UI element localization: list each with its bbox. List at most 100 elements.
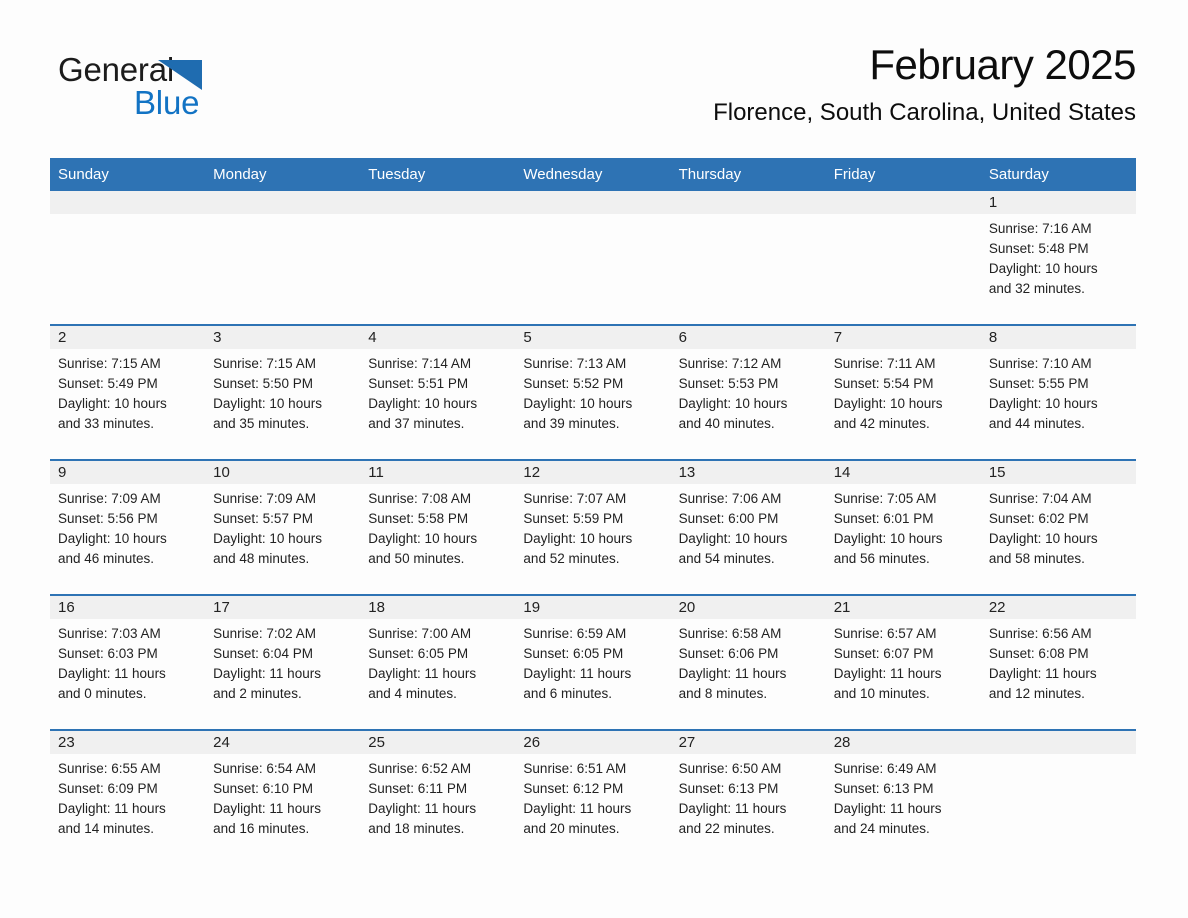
day-number: 8 — [980, 326, 1136, 349]
calendar-day-cell[interactable]: 2 Sunrise: 7:15 AM Sunset: 5:49 PM Daylight… — [50, 324, 206, 460]
daylight-text-cont: and 16 minutes. — [213, 821, 310, 836]
calendar-day-cell[interactable]: 24 Sunrise: 6:54 AM Sunset: 6:10 PM Dayligh… — [205, 729, 361, 864]
calendar-day-cell[interactable]: 12 Sunrise: 7:07 AM Sunset: 5:59 PM Dayligh… — [515, 459, 671, 595]
day-details: Sunrise: 6:57 AM Sunset: 6:07 PM Daylight:… — [826, 619, 981, 704]
weekday-header-monday: Monday — [205, 158, 361, 191]
sunset-text: Sunset: 5:56 PM — [58, 511, 158, 526]
day-details: Sunrise: 7:14 AM Sunset: 5:51 PM Daylight:… — [360, 349, 515, 434]
daylight-text: Daylight: 11 hours — [678, 666, 787, 681]
title-block: February 2025 Florence, South Carolina, … — [436, 40, 1136, 127]
calendar-day-cell[interactable]: 18 Sunrise: 7:00 AM Sunset: 6:05 PM Dayligh… — [360, 594, 516, 730]
sunset-text: Sunset: 6:00 PM — [678, 511, 779, 526]
daylight-text: Daylight: 11 hours — [213, 666, 321, 681]
day-number: 9 — [50, 461, 206, 484]
sunset-text: Sunset: 5:50 PM — [213, 376, 313, 391]
calendar-day-cell[interactable]: 7 Sunrise: 7:11 AM Sunset: 5:54 PM Daylight… — [825, 324, 981, 460]
daylight-text-cont: and 37 minutes. — [368, 416, 465, 431]
logo-text-blue: Blue — [134, 84, 200, 121]
calendar-day-cell[interactable]: 3 Sunrise: 7:15 AM Sunset: 5:50 PM Daylight… — [205, 324, 361, 460]
day-details: Sunrise: 6:58 AM Sunset: 6:06 PM Daylight:… — [671, 619, 826, 704]
calendar-day-cell[interactable]: 20 Sunrise: 6:58 AM Sunset: 6:06 PM Dayligh… — [670, 594, 826, 730]
sunrise-text: Sunrise: 7:11 AM — [833, 356, 936, 371]
calendar-day-cell[interactable]: 9 Sunrise: 7:09 AM Sunset: 5:56 PM Daylight… — [50, 459, 206, 595]
calendar-empty-cell — [360, 191, 516, 325]
calendar-day-cell[interactable]: 23 Sunrise: 6:55 AM Sunset: 6:09 PM Dayligh… — [50, 729, 206, 864]
calendar-day-cell[interactable]: 17 Sunrise: 7:02 AM Sunset: 6:04 PM Dayligh… — [205, 594, 361, 730]
calendar-day-cell[interactable]: 27 Sunrise: 6:50 AM Sunset: 6:13 PM Dayligh… — [670, 729, 826, 864]
day-details: Sunrise: 7:03 AM Sunset: 6:03 PM Daylight:… — [50, 619, 205, 704]
daylight-text: Daylight: 11 hours — [58, 801, 166, 816]
day-details: Sunrise: 7:09 AM Sunset: 5:56 PM Daylight:… — [50, 484, 205, 569]
calendar-body: 1 Sunrise: 7:16 AM Sunset: 5:48 PM Daylight… — [50, 191, 1136, 864]
calendar-empty-cell — [515, 191, 671, 325]
day-number: 11 — [360, 461, 516, 484]
sunrise-text: Sunrise: 6:51 AM — [523, 761, 627, 776]
day-details: Sunrise: 6:49 AM Sunset: 6:13 PM Daylight:… — [826, 754, 981, 839]
sunset-text: Sunset: 6:05 PM — [523, 646, 624, 661]
calendar-day-cell[interactable]: 28 Sunrise: 6:49 AM Sunset: 6:13 PM Dayligh… — [825, 729, 981, 864]
calendar-day-cell[interactable]: 21 Sunrise: 6:57 AM Sunset: 6:07 PM Dayligh… — [825, 594, 981, 730]
sunset-text: Sunset: 5:58 PM — [368, 511, 469, 526]
general-blue-logo[interactable]: General Blue — [58, 52, 318, 132]
day-number: 24 — [205, 731, 361, 754]
daylight-text-cont: and 20 minutes. — [523, 821, 620, 836]
day-details: Sunrise: 7:16 AM Sunset: 5:48 PM Daylight:… — [981, 214, 1136, 299]
day-number — [670, 191, 826, 214]
calendar-day-cell[interactable]: 5 Sunrise: 7:13 AM Sunset: 5:52 PM Daylight… — [515, 324, 671, 460]
day-number: 16 — [50, 596, 206, 619]
calendar-day-cell[interactable]: 6 Sunrise: 7:12 AM Sunset: 5:53 PM Daylight… — [670, 324, 826, 460]
calendar-day-cell[interactable]: 19 Sunrise: 6:59 AM Sunset: 6:05 PM Dayligh… — [515, 594, 671, 730]
calendar-day-cell[interactable]: 26 Sunrise: 6:51 AM Sunset: 6:12 PM Dayligh… — [515, 729, 671, 864]
calendar-day-cell[interactable]: 11 Sunrise: 7:08 AM Sunset: 5:58 PM Dayligh… — [360, 459, 516, 595]
day-number: 23 — [50, 731, 206, 754]
sunrise-text: Sunrise: 7:07 AM — [523, 491, 627, 506]
day-number: 25 — [360, 731, 516, 754]
sunset-text: Sunset: 5:57 PM — [213, 511, 313, 526]
sunrise-text: Sunrise: 7:08 AM — [368, 491, 472, 506]
daylight-text: Daylight: 10 hours — [833, 396, 943, 411]
day-number: 3 — [205, 326, 361, 349]
sunrise-text: Sunrise: 7:06 AM — [678, 491, 782, 506]
calendar-day-cell[interactable]: 8 Sunrise: 7:10 AM Sunset: 5:55 PM Daylight… — [980, 324, 1136, 460]
calendar-day-cell[interactable]: 14 Sunrise: 7:05 AM Sunset: 6:01 PM Dayligh… — [825, 459, 981, 595]
daylight-text-cont: and 4 minutes. — [368, 686, 457, 701]
daylight-text: Daylight: 10 hours — [213, 531, 322, 546]
calendar-empty-cell — [205, 191, 361, 325]
daylight-text: Daylight: 10 hours — [368, 531, 478, 546]
daylight-text-cont: and 54 minutes. — [678, 551, 775, 566]
calendar-day-cell[interactable]: 15 Sunrise: 7:04 AM Sunset: 6:02 PM Dayligh… — [980, 459, 1136, 595]
day-number: 5 — [515, 326, 671, 349]
sunrise-text: Sunrise: 7:05 AM — [833, 491, 937, 506]
calendar-week-row: 23 Sunrise: 6:55 AM Sunset: 6:09 PM Dayligh… — [50, 729, 1136, 864]
sunset-text: Sunset: 6:04 PM — [213, 646, 313, 661]
page-title: February 2025 — [869, 41, 1136, 88]
sunset-text: Sunset: 6:13 PM — [833, 781, 934, 796]
sunrise-text: Sunrise: 6:56 AM — [988, 626, 1092, 641]
day-details: Sunrise: 7:08 AM Sunset: 5:58 PM Daylight:… — [360, 484, 515, 569]
daylight-text-cont: and 52 minutes. — [523, 551, 620, 566]
calendar-day-cell[interactable]: 16 Sunrise: 7:03 AM Sunset: 6:03 PM Dayligh… — [50, 594, 206, 730]
calendar-day-cell[interactable]: 13 Sunrise: 7:06 AM Sunset: 6:00 PM Dayligh… — [670, 459, 826, 595]
sunrise-text: Sunrise: 6:54 AM — [213, 761, 316, 776]
sunrise-text: Sunrise: 7:15 AM — [213, 356, 316, 371]
daylight-text-cont: and 33 minutes. — [58, 416, 155, 431]
weekday-header-sunday: Sunday — [50, 158, 206, 191]
day-details: Sunrise: 6:50 AM Sunset: 6:13 PM Daylight:… — [671, 754, 826, 839]
calendar-week-row: 1 Sunrise: 7:16 AM Sunset: 5:48 PM Daylight… — [50, 191, 1136, 325]
daylight-text-cont: and 50 minutes. — [368, 551, 465, 566]
day-number: 14 — [825, 461, 981, 484]
sunrise-text: Sunrise: 7:16 AM — [988, 221, 1092, 236]
sunset-text: Sunset: 6:12 PM — [523, 781, 624, 796]
day-details: Sunrise: 7:10 AM Sunset: 5:55 PM Daylight:… — [981, 349, 1136, 434]
daylight-text: Daylight: 11 hours — [988, 666, 1097, 681]
calendar-day-cell[interactable]: 10 Sunrise: 7:09 AM Sunset: 5:57 PM Dayligh… — [205, 459, 361, 595]
calendar-day-cell[interactable]: 22 Sunrise: 6:56 AM Sunset: 6:08 PM Dayligh… — [980, 594, 1136, 730]
daylight-text-cont: and 44 minutes. — [988, 416, 1085, 431]
day-number: 15 — [980, 461, 1136, 484]
day-number: 2 — [50, 326, 206, 349]
day-number — [980, 731, 1136, 754]
calendar-day-cell[interactable]: 1 Sunrise: 7:16 AM Sunset: 5:48 PM Daylight… — [980, 191, 1136, 325]
calendar-empty-cell — [980, 729, 1136, 864]
calendar-day-cell[interactable]: 25 Sunrise: 6:52 AM Sunset: 6:11 PM Dayligh… — [360, 729, 516, 864]
calendar-day-cell[interactable]: 4 Sunrise: 7:14 AM Sunset: 5:51 PM Daylight… — [360, 324, 516, 460]
